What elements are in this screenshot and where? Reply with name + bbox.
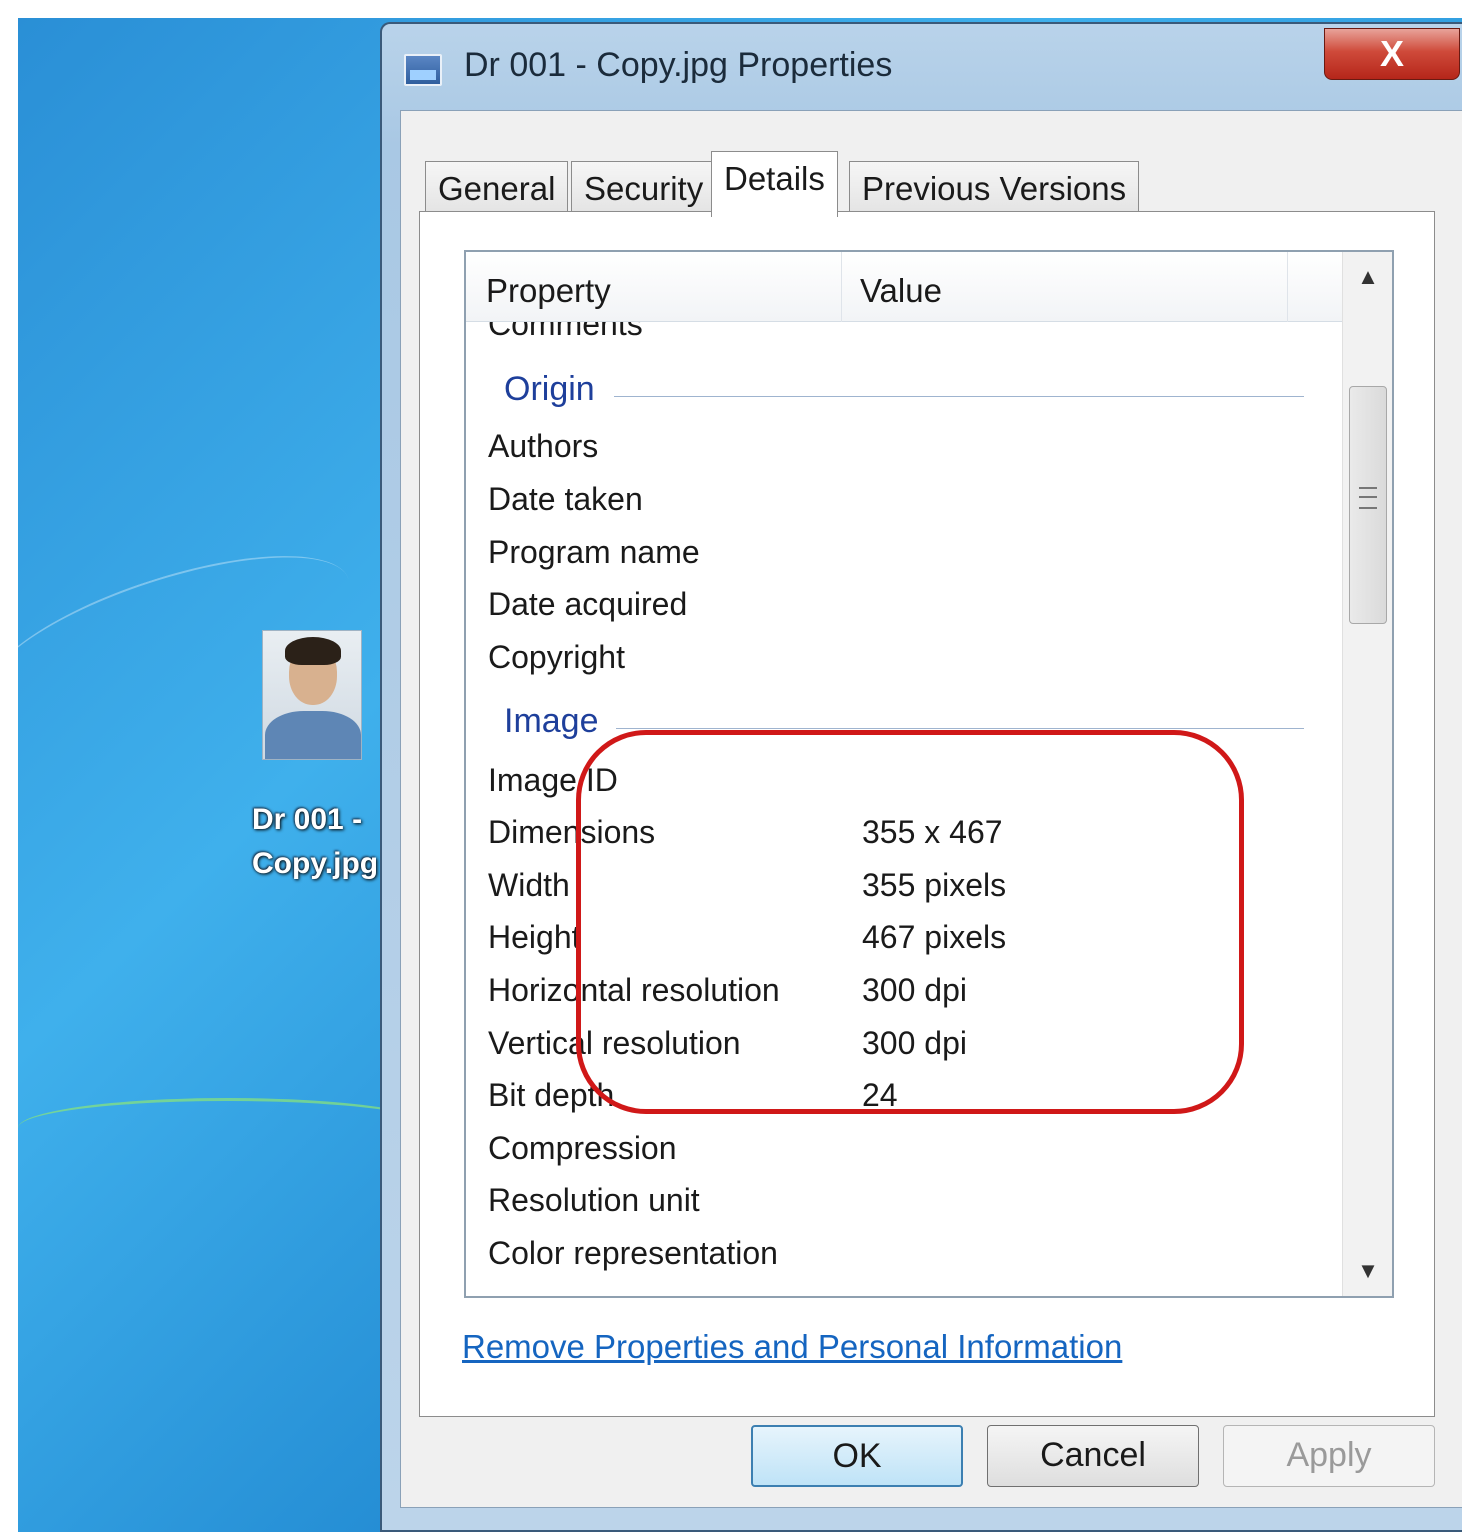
- cancel-button[interactable]: Cancel: [987, 1425, 1199, 1487]
- property-value: 300 dpi: [862, 1025, 967, 1061]
- list-row-partial: Comments: [488, 322, 643, 342]
- remove-properties-link[interactable]: Remove Properties and Personal Informati…: [462, 1328, 1122, 1366]
- list-row[interactable]: Date taken: [488, 481, 1328, 533]
- list-row[interactable]: Dimensions 355 x 467: [488, 814, 1328, 866]
- group-divider: [614, 396, 1304, 397]
- group-header-image[interactable]: Image: [504, 702, 1324, 754]
- tab-previous-versions[interactable]: Previous Versions: [849, 161, 1140, 215]
- property-name: Width: [488, 867, 570, 903]
- title-bar[interactable]: Dr 001 - Copy.jpg Properties X: [382, 24, 1462, 108]
- window-title: Dr 001 - Copy.jpg Properties: [464, 46, 893, 84]
- list-row[interactable]: Compression: [488, 1130, 1328, 1182]
- property-name: Dimensions: [488, 814, 656, 850]
- property-value: 355 x 467: [862, 814, 1003, 850]
- image-file-icon: [404, 54, 442, 86]
- list-body: Comments Origin Authors Date taken Progr…: [466, 322, 1344, 1296]
- details-list: Property Value Comments Origin Authors D…: [464, 250, 1394, 1298]
- property-name: Date taken: [488, 481, 643, 517]
- property-name: Color representation: [488, 1235, 778, 1271]
- property-value: 467 pixels: [862, 919, 1007, 955]
- wallpaper-streak: [18, 1098, 438, 1158]
- property-name: Bit depth: [488, 1077, 615, 1113]
- group-title: Image: [504, 702, 599, 740]
- group-divider: [616, 728, 1304, 729]
- property-name: Vertical resolution: [488, 1025, 741, 1061]
- list-row[interactable]: Height 467 pixels: [488, 919, 1328, 971]
- property-name: Compression: [488, 1130, 677, 1166]
- list-row[interactable]: Program name: [488, 534, 1328, 586]
- close-button[interactable]: X: [1324, 28, 1460, 80]
- list-header: Property Value: [466, 252, 1344, 322]
- tab-security[interactable]: Security: [571, 161, 717, 215]
- property-name: Height: [488, 919, 581, 955]
- list-row[interactable]: Color representation: [488, 1235, 1328, 1287]
- property-name: Program name: [488, 534, 700, 570]
- property-value: 355 pixels: [862, 867, 1007, 903]
- properties-dialog: Dr 001 - Copy.jpg Properties X General S…: [380, 22, 1462, 1532]
- desktop-file-label: Dr 001 - Copy.jpg: [252, 803, 379, 880]
- group-title: Origin: [504, 370, 595, 408]
- tab-general[interactable]: General: [425, 161, 569, 215]
- property-name: Image ID: [488, 762, 618, 798]
- column-header-property[interactable]: Property: [466, 252, 842, 322]
- list-row[interactable]: Authors: [488, 428, 1328, 480]
- image-thumbnail: [262, 630, 362, 760]
- vertical-scrollbar[interactable]: ▲ ▼: [1342, 252, 1392, 1296]
- list-row[interactable]: Width 355 pixels: [488, 867, 1328, 919]
- property-name: Copyright: [488, 639, 625, 675]
- group-header-origin[interactable]: Origin: [504, 370, 1324, 422]
- column-header-empty: [1288, 252, 1344, 322]
- list-row[interactable]: Image ID: [488, 762, 1328, 814]
- property-value: 24: [862, 1077, 898, 1113]
- scroll-up-arrow-icon[interactable]: ▲: [1343, 252, 1392, 302]
- list-row[interactable]: Vertical resolution 300 dpi: [488, 1025, 1328, 1077]
- scroll-down-arrow-icon[interactable]: ▼: [1343, 1246, 1392, 1296]
- property-name: Authors: [488, 428, 599, 464]
- property-name: Date acquired: [488, 586, 688, 622]
- property-name: Resolution unit: [488, 1182, 700, 1218]
- apply-button[interactable]: Apply: [1223, 1425, 1435, 1487]
- scrollbar-thumb[interactable]: [1349, 386, 1387, 624]
- details-tab-panel: Property Value Comments Origin Authors D…: [419, 211, 1435, 1417]
- column-header-value[interactable]: Value: [842, 252, 1288, 322]
- list-row[interactable]: Date acquired: [488, 586, 1328, 638]
- list-row[interactable]: Resolution unit: [488, 1182, 1328, 1234]
- list-row[interactable]: Bit depth 24: [488, 1077, 1328, 1129]
- dialog-client-area: General Security Details Previous Versio…: [400, 110, 1462, 1508]
- ok-button[interactable]: OK: [751, 1425, 963, 1487]
- grip-icon: [1359, 487, 1377, 509]
- property-name: Horizontal resolution: [488, 972, 780, 1008]
- property-value: 300 dpi: [862, 972, 967, 1008]
- tab-details[interactable]: Details: [711, 151, 838, 217]
- list-row[interactable]: Horizontal resolution 300 dpi: [488, 972, 1328, 1024]
- list-row[interactable]: Copyright: [488, 639, 1328, 691]
